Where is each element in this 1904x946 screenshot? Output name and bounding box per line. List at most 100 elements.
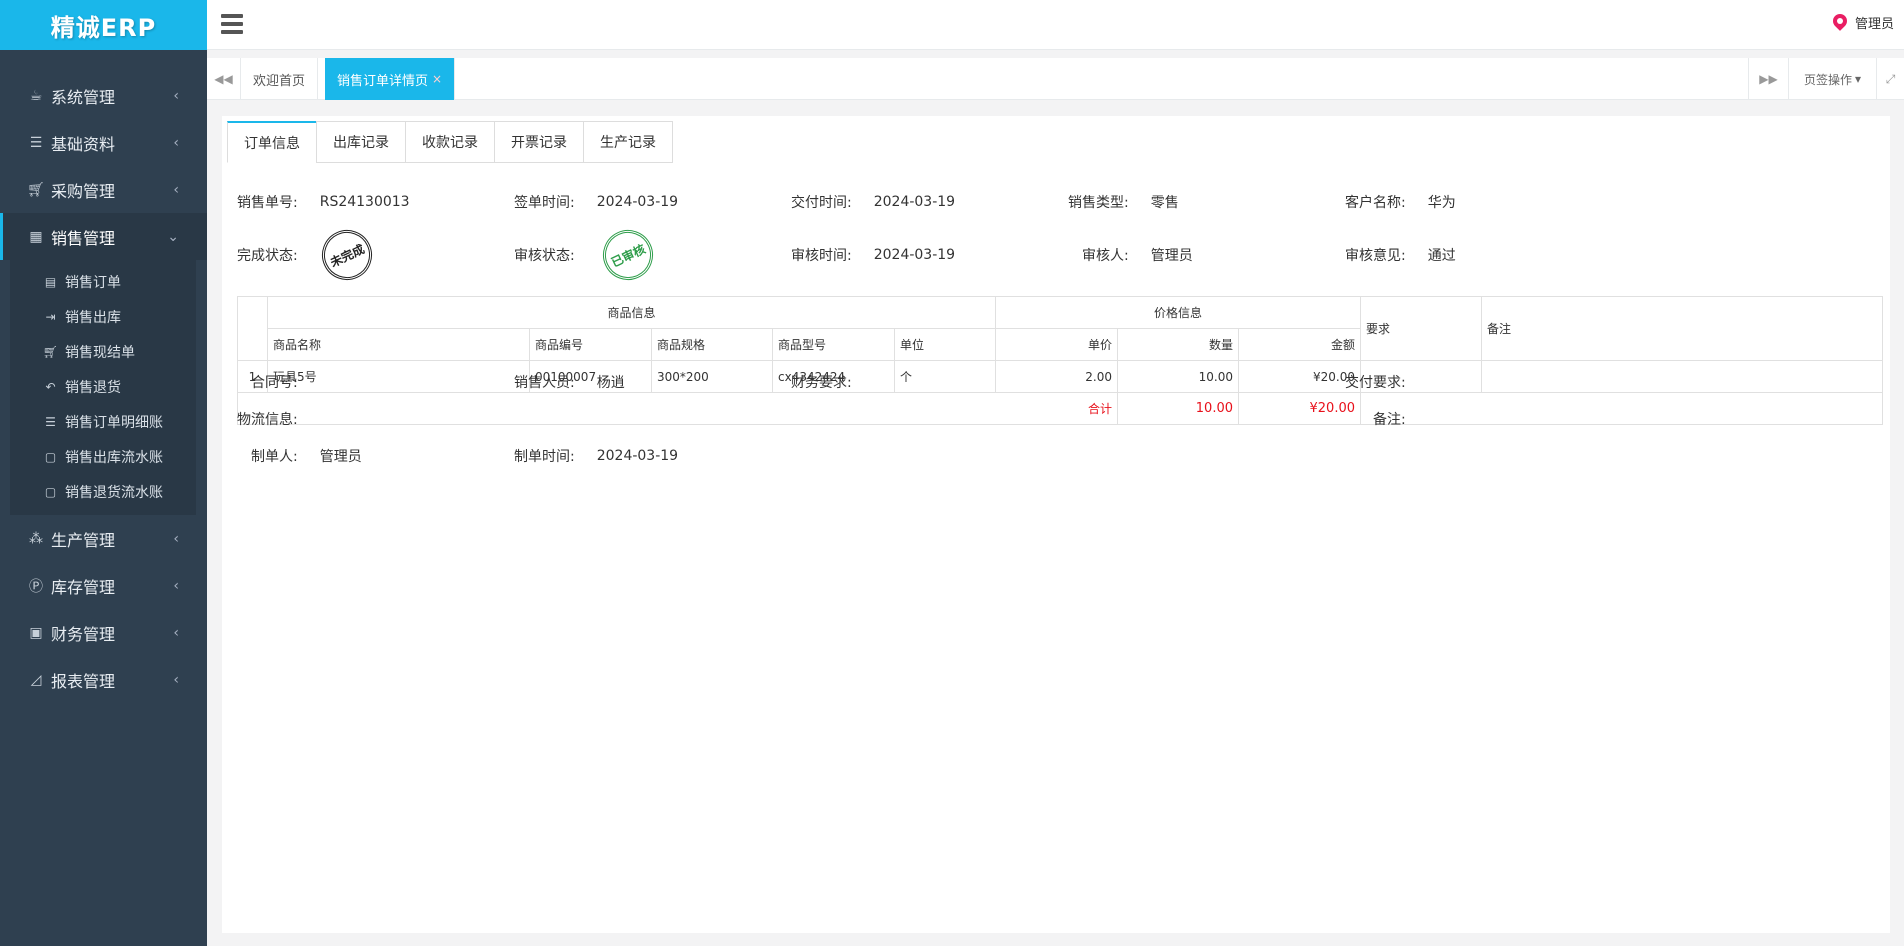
reply-icon: ↶ <box>45 379 56 394</box>
sidebar-subitem-label: 销售出库 <box>65 309 121 326</box>
chevron-left-icon: ‹ <box>173 624 179 641</box>
sidebar-item-label: 财务管理 <box>51 624 116 644</box>
chevron-left-icon: ‹ <box>173 181 179 198</box>
sidebar-subitem-label: 销售退货流水账 <box>65 484 163 501</box>
product-spec-header: 商品规格 <box>651 328 773 361</box>
user-name: 管理员 <box>1854 17 1894 32</box>
scroll-tabs-left-icon[interactable]: ◀◀ <box>207 58 241 100</box>
sidebar-item-label: 系统管理 <box>51 87 116 107</box>
sidebar-subitem-label: 销售订单 <box>65 274 121 291</box>
fullscreen-icon[interactable]: ⤢ <box>1876 58 1904 100</box>
sidebar-subitem-cash-sale[interactable]: 🛒︎ 销售现结单 <box>10 334 196 369</box>
tab-production-records[interactable]: 生产记录 <box>583 121 673 163</box>
product-info-group-header: 商品信息 <box>267 296 996 329</box>
tab-payment-records[interactable]: 收款记录 <box>405 121 495 163</box>
sidebar-item-purchase[interactable]: 🛒︎ 采购管理 ‹ <box>0 166 207 213</box>
remark-header: 备注 <box>1481 296 1883 361</box>
sidebar-item-finance[interactable]: ▣ 财务管理 ‹ <box>0 609 207 656</box>
total-amount: ¥20.00 <box>1238 392 1361 425</box>
customer-label: 客户名称: <box>1345 195 1406 211</box>
menu-toggle-icon[interactable] <box>221 14 243 34</box>
sales-submenu: ▤ 销售订单 ⇥ 销售出库 🛒︎ 销售现结单 ↶ 销售退货 ☰ 销售订单明细账 … <box>10 260 196 515</box>
sidebar-item-system[interactable]: ☕ 系统管理 ‹ <box>0 72 207 119</box>
tab-outbound-records[interactable]: 出库记录 <box>316 121 406 163</box>
amount-cell: ¥20.00 <box>1238 360 1361 393</box>
sales-type-label: 销售类型: <box>1068 195 1129 211</box>
sidebar-subitem-sales-return[interactable]: ↶ 销售退货 <box>10 369 196 404</box>
sidebar-item-reports[interactable]: ◿ 报表管理 ‹ <box>0 656 207 703</box>
make-time-value: 2024-03-19 <box>596 448 679 464</box>
price-info-group-header: 价格信息 <box>995 296 1361 329</box>
user-menu[interactable]: 管理员 <box>1833 13 1894 32</box>
sidebar-subitem-sales-order[interactable]: ▤ 销售订单 <box>10 264 196 299</box>
product-name-header: 商品名称 <box>267 328 530 361</box>
field-sales-type: 销售类型: 零售 <box>1068 192 1179 212</box>
sidebar-subitem-return-ledger[interactable]: ▢ 销售退货流水账 <box>10 474 196 509</box>
total-empty-cell <box>1360 392 1883 425</box>
field-remark: 备注: <box>1373 409 1428 429</box>
chevron-left-icon: ‹ <box>173 671 179 688</box>
auditor-value: 管理员 <box>1150 248 1193 264</box>
cart-icon: 🛒︎ <box>27 181 45 198</box>
tab-home[interactable]: 欢迎首页 <box>241 58 319 100</box>
brand-logo[interactable]: 精诚ERP <box>0 0 207 50</box>
sidebar-subitem-label: 销售订单明细账 <box>65 414 163 431</box>
quantity-cell: 10.00 <box>1117 360 1239 393</box>
amount-header: 金额 <box>1238 328 1361 361</box>
scroll-tabs-right-icon[interactable]: ▶▶ <box>1748 58 1788 100</box>
product-code-header: 商品编号 <box>529 328 652 361</box>
page-tabs-bar: ◀◀ 欢迎首页 销售订单详情页 × ▶▶ 页签操作 ▾ ⤢ <box>207 58 1904 100</box>
requirement-header: 要求 <box>1360 296 1482 361</box>
order-items-table: 商品信息 价格信息 要求 备注 商品名称 商品编号 商品规格 商品型号 单位 单… <box>237 296 1883 425</box>
page-ops-dropdown[interactable]: 页签操作 ▾ <box>1788 58 1876 100</box>
table-row: 1 玩具5号 00100007 300*200 cx4342424 个 2.00… <box>237 360 1883 393</box>
sales-type-value: 零售 <box>1150 195 1179 211</box>
parking-icon: Ⓟ <box>29 578 43 595</box>
unit-price-cell: 2.00 <box>995 360 1118 393</box>
close-icon[interactable]: × <box>432 72 442 86</box>
auditor-label: 审核人: <box>1082 248 1129 264</box>
field-logistics: 物流信息: <box>237 409 320 429</box>
chevron-left-icon: ‹ <box>173 87 179 104</box>
tab-order-info[interactable]: 订单信息 <box>227 121 317 163</box>
location-pin-icon <box>1833 14 1847 32</box>
unit-header: 单位 <box>894 328 996 361</box>
field-delivery-date: 交付时间: 2024-03-19 <box>791 192 955 212</box>
chevron-left-icon: ‹ <box>173 577 179 594</box>
order-no-value: RS24130013 <box>319 194 410 210</box>
maker-label: 制单人: <box>251 449 298 465</box>
field-sign-date: 签单时间: 2024-03-19 <box>514 192 678 212</box>
field-audit-opinion: 审核意见: 通过 <box>1345 245 1456 265</box>
field-finance-req: 财务要求: <box>791 372 874 392</box>
sidebar-item-label: 基础资料 <box>51 134 116 154</box>
audited-stamp: 已审核 <box>594 221 662 289</box>
product-spec-cell: 300*200 <box>651 360 773 393</box>
total-label: 合计 <box>995 392 1118 425</box>
make-time-label: 制单时间: <box>514 449 575 465</box>
salesman-label: 销售人员: <box>514 375 575 391</box>
tab-invoice-records[interactable]: 开票记录 <box>494 121 584 163</box>
sidebar-subitem-label: 销售出库流水账 <box>65 449 163 466</box>
sidebar-item-inventory[interactable]: Ⓟ 库存管理 ‹ <box>0 562 207 609</box>
sidebar-item-production[interactable]: ⁂ 生产管理 ‹ <box>0 515 207 562</box>
delivery-date-value: 2024-03-19 <box>873 194 956 210</box>
field-delivery-req: 交付要求: <box>1345 372 1428 392</box>
sign-date-value: 2024-03-19 <box>596 194 679 210</box>
field-audit-time: 审核时间: 2024-03-19 <box>791 245 955 265</box>
sidebar-subitem-order-detail-ledger[interactable]: ☰ 销售订单明细账 <box>10 404 196 439</box>
sidebar-item-sales[interactable]: ▦ 销售管理 ⌄ <box>0 213 207 260</box>
list-icon: ☰ <box>45 414 56 429</box>
order-detail-panel: 订单信息 出库记录 收款记录 开票记录 生产记录 销售单号: RS2413001… <box>222 116 1890 933</box>
contract-label: 合同号: <box>251 375 298 391</box>
sidebar-subitem-label: 销售现结单 <box>65 344 135 361</box>
tab-sales-order-detail[interactable]: 销售订单详情页 × <box>325 58 456 100</box>
logistics-label: 物流信息: <box>237 412 298 428</box>
sidebar-subitem-sales-outbound[interactable]: ⇥ 销售出库 <box>10 299 196 334</box>
sidebar-subitem-outbound-ledger[interactable]: ▢ 销售出库流水账 <box>10 439 196 474</box>
field-maker: 制单人: 管理员 <box>251 446 362 466</box>
audit-opinion-label: 审核意见: <box>1345 248 1406 264</box>
audit-time-value: 2024-03-19 <box>873 247 956 263</box>
sidebar-item-basic[interactable]: ☰ 基础资料 ‹ <box>0 119 207 166</box>
sidebar-nav: ☕ 系统管理 ‹ ☰ 基础资料 ‹ 🛒︎ 采购管理 ‹ ▦ 销售管理 ⌄ ▤ 销… <box>0 50 207 703</box>
sidebar: 精诚ERP ☕ 系统管理 ‹ ☰ 基础资料 ‹ 🛒︎ 采购管理 ‹ ▦ 销售管理… <box>0 0 207 946</box>
